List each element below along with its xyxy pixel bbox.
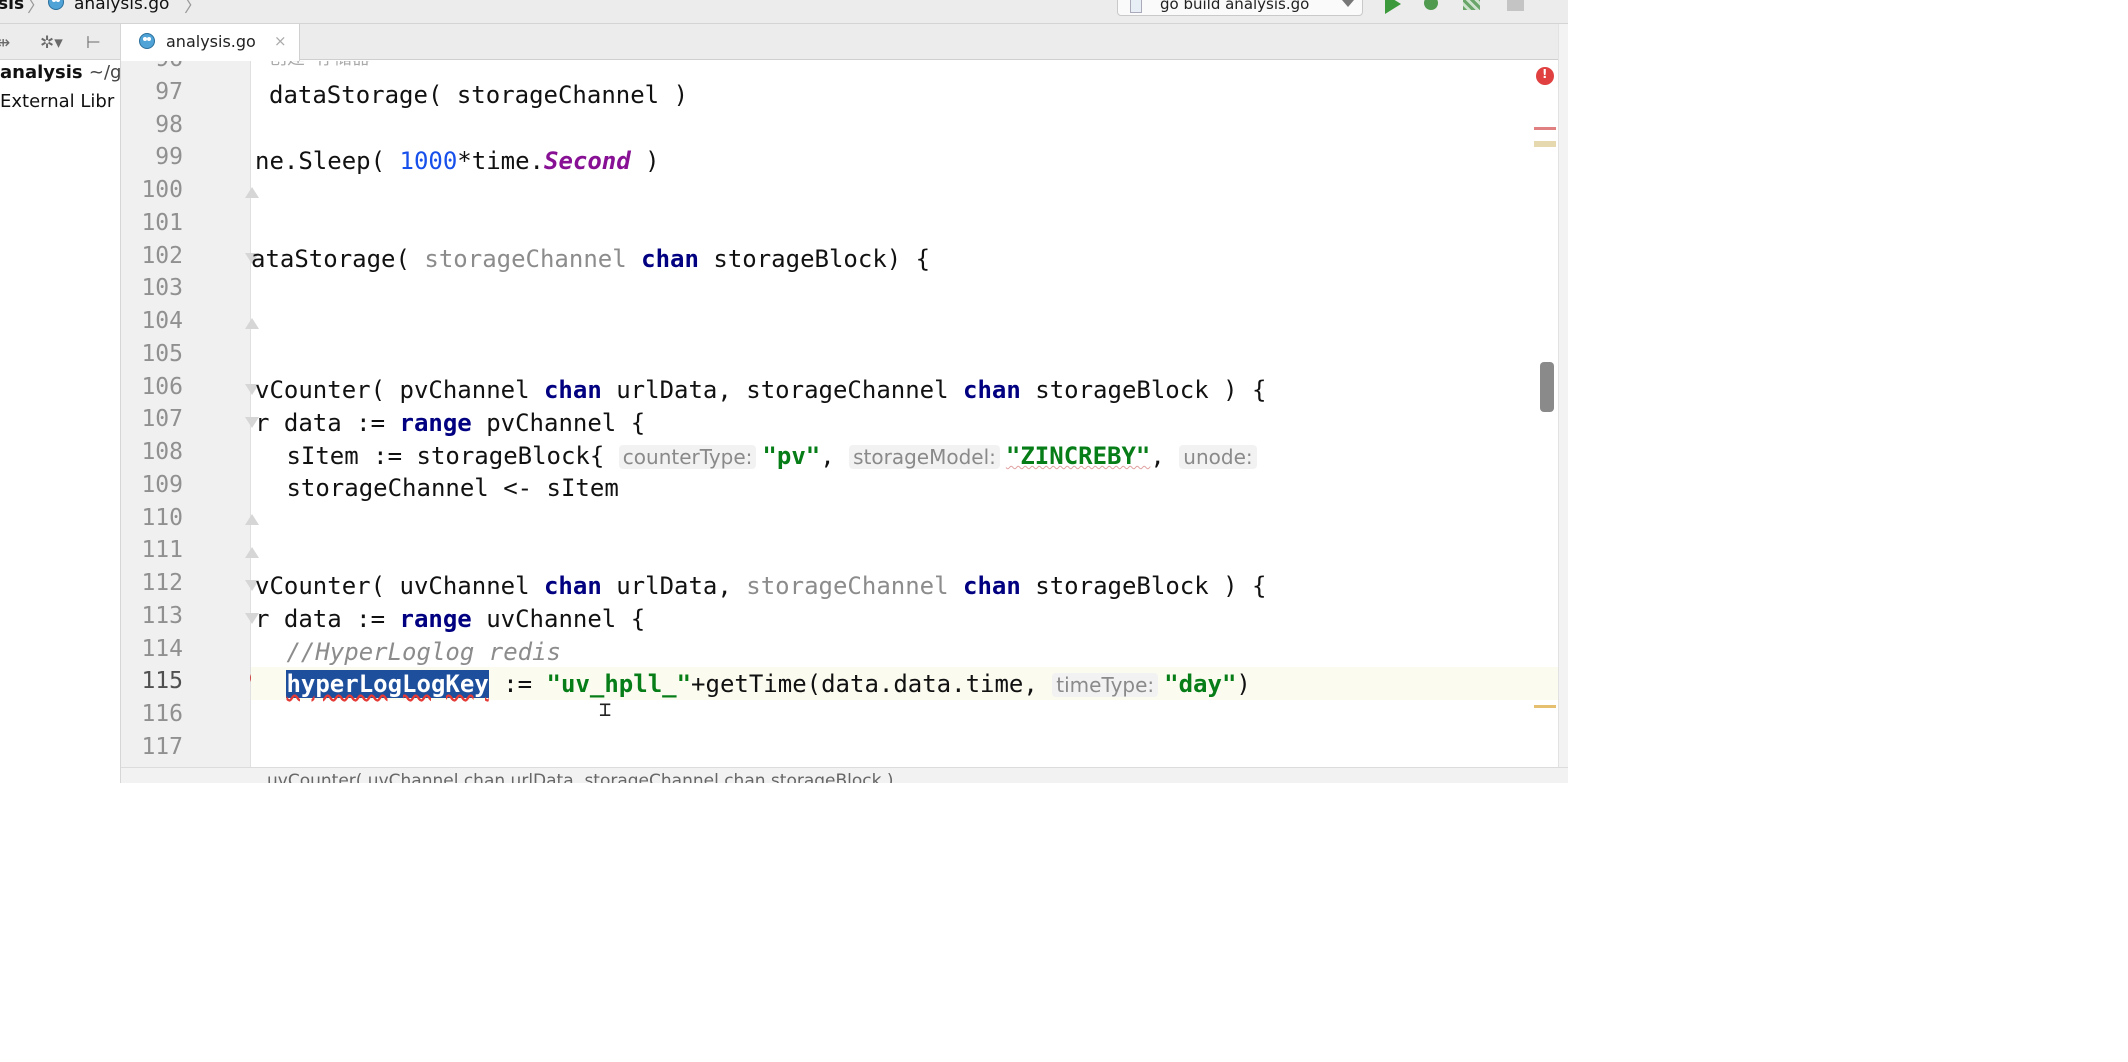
text-cursor-icon: ⌶ [599,697,612,721]
debug-icon[interactable] [1419,0,1443,16]
error-marker[interactable] [1534,127,1556,130]
hide-panel-icon[interactable]: ⊢ [86,33,101,53]
line-number: 99 [155,144,183,171]
code-line-106: vCounter( pvChannel chan urlData, storag… [255,376,1267,404]
line-number: 104 [141,308,183,334]
line-number: 100 [141,177,183,203]
param-hint: counterType: [618,445,757,469]
code-line-102: ataStorage( storageChannel chan storageB… [251,245,931,273]
code-breadcrumb-bar: uvCounter( uvChannel chan urlData, stora… [121,767,1568,783]
line-number: 97 [155,78,183,105]
warning-marker[interactable] [1534,141,1556,147]
selected-identifier[interactable]: hyperLogLogKey [286,670,489,698]
code-line-97: dataStorage( storageChannel ) [269,81,689,109]
coverage-icon[interactable] [1460,0,1484,16]
stop-icon[interactable] [1503,0,1527,16]
code-line-99: ne.Sleep( 1000*time.Second ) [255,147,660,175]
chevron-down-icon [1342,0,1354,7]
line-number: 111 [141,537,183,564]
line-number: 106 [141,373,183,400]
breadcrumb-separator: 〉 [184,0,202,17]
line-number: 101 [141,209,183,236]
project-root-path: ~/g [88,62,121,83]
line-number: 114 [141,635,183,662]
scrollbar-thumb[interactable] [1540,362,1554,412]
tab-label: analysis.go [166,32,256,51]
line-number: 115 [141,668,183,695]
param-hint: storageModel: [849,445,1000,469]
code-line-113: r data := range uvChannel { [255,605,646,633]
go-file-icon [139,33,155,49]
code-line-96: 创建 存储器 [269,61,370,75]
line-number: 110 [141,504,183,531]
param-hint: unode: [1179,445,1257,469]
breadcrumb-file[interactable]: analysis.go [74,0,169,14]
project-tool-window: ⇹ ✲▾ ⊢ analysis ~/g External Libr [0,24,121,783]
code-line-112: vCounter( uvChannel chan urlData, storag… [255,572,1267,600]
warning-marker[interactable] [1534,705,1556,708]
line-number: 116 [141,701,183,727]
navigation-bar: sis 〉 analysis.go 〉 go build analysis.go [0,0,1568,24]
code-line-115: hyperLogLogKey := "uv_hpll_"+getTime(dat… [286,670,1251,698]
run-icon[interactable] [1381,0,1405,16]
code-line-114: //HyperLoglog redis [272,638,561,666]
line-number: 107 [141,406,183,433]
project-tree-root[interactable]: analysis ~/g [0,62,121,83]
line-number: 96 [121,61,183,75]
breadcrumb-project[interactable]: sis [0,0,24,14]
line-number: 98 [155,111,183,138]
close-icon[interactable]: × [274,32,287,50]
error-indicator-icon[interactable] [1536,67,1554,85]
external-libraries-item[interactable]: External Libr [0,91,114,112]
gear-icon[interactable]: ✲▾ [40,33,63,53]
editor-gutter[interactable]: 96 97 98 99 100 101 102 103 104 105 106 107 108 109 11… [121,61,259,767]
line-number: 103 [141,275,183,302]
editor-tab-strip: analysis.go × [121,24,1568,61]
line-number: 117 [141,733,183,760]
line-number: 105 [141,340,183,367]
line-number: 109 [141,471,183,498]
code-breadcrumb[interactable]: uvCounter( uvChannel chan urlData, stora… [267,771,894,783]
line-number: 112 [141,570,183,596]
code-line-109: storageChannel <- sItem [272,474,619,502]
line-number: 113 [141,602,183,629]
collapse-all-icon[interactable]: ⇹ [0,33,10,53]
tab-analysis-go[interactable]: analysis.go × [121,24,300,61]
project-toolbar: ⇹ ✲▾ ⊢ [0,24,120,60]
project-root-name: analysis [0,62,83,83]
code-line-108: sItem := storageBlock{ counterType: "pv",… [272,440,1263,473]
param-hint: timeType: [1052,673,1159,697]
line-number: 102 [141,242,183,269]
breadcrumb-separator: 〉 [27,0,45,17]
run-config-file-icon [1130,0,1142,13]
code-editor[interactable]: 96 97 98 99 100 101 102 103 104 105 106 107 108 109 11… [121,61,1568,767]
code-line-107: r data := range pvChannel { [255,409,646,437]
error-stripe[interactable] [1558,24,1568,767]
line-number: 108 [141,439,183,465]
code-area[interactable]: 创建 存储器 dataStorage( storageChannel ) ne.… [251,61,1568,767]
go-file-icon [48,0,64,10]
run-configuration-label: go build analysis.go [1160,0,1310,13]
run-configuration-select[interactable]: go build analysis.go [1117,0,1363,16]
